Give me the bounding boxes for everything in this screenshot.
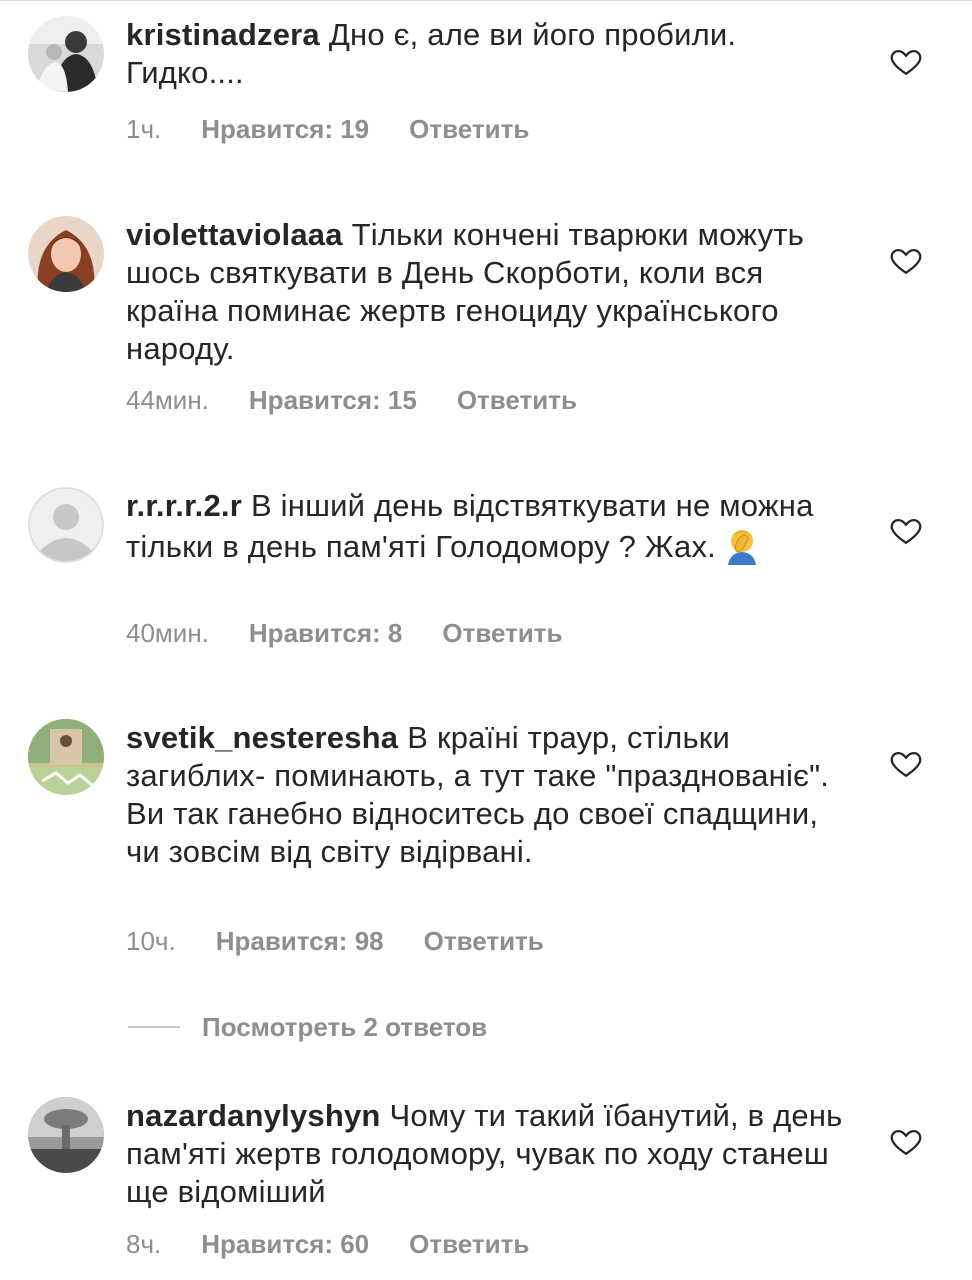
comment-time: 1ч. bbox=[126, 114, 162, 144]
comment-body: nazardanylyshyn Чому ти такий їбанутий, в… bbox=[126, 1097, 846, 1211]
comment-username[interactable]: violettaviolaaa bbox=[126, 217, 343, 252]
comment-meta: 40мин. Нравится: 8 Ответить bbox=[126, 618, 603, 652]
comment-body: kristinadzera Дно є, але ви його пробили.… bbox=[126, 16, 846, 92]
default-avatar-icon[interactable] bbox=[28, 487, 104, 563]
comment-username[interactable]: kristinadzera bbox=[126, 17, 320, 52]
top-divider bbox=[0, 0, 972, 1]
avatar[interactable] bbox=[28, 16, 104, 92]
comment-meta: 1ч. Нравится: 19 Ответить bbox=[126, 114, 569, 148]
heart-outline-icon[interactable] bbox=[889, 746, 923, 780]
avatar[interactable] bbox=[28, 1097, 104, 1173]
comment-username[interactable]: r.r.r.r.2.r bbox=[126, 488, 242, 523]
comment-likes[interactable]: Нравится: 19 bbox=[201, 114, 369, 144]
comment-meta: 10ч. Нравится: 98 Ответить bbox=[126, 926, 584, 960]
facepalm-emoji-icon bbox=[722, 525, 762, 574]
comment-body: violettaviolaaa Тільки кончені тварюки мо… bbox=[126, 216, 846, 368]
comment-body: svetik_nesteresha В країні траур, стільки… bbox=[126, 719, 846, 871]
replies-divider bbox=[128, 1026, 180, 1028]
comment-time: 8ч. bbox=[126, 1229, 162, 1259]
comment-likes[interactable]: Нравится: 15 bbox=[249, 385, 417, 415]
comment-time: 44мин. bbox=[126, 385, 209, 415]
comment-likes[interactable]: Нравится: 98 bbox=[216, 926, 384, 956]
comment-username[interactable]: nazardanylyshyn bbox=[126, 1098, 381, 1133]
comment-meta: 44мин. Нравится: 15 Ответить bbox=[126, 385, 617, 419]
avatar[interactable] bbox=[28, 719, 104, 795]
comment-likes[interactable]: Нравится: 60 bbox=[201, 1229, 369, 1259]
reply-button[interactable]: Ответить bbox=[442, 618, 562, 648]
reply-button[interactable]: Ответить bbox=[409, 1229, 529, 1259]
heart-outline-icon[interactable] bbox=[889, 44, 923, 78]
comment-likes[interactable]: Нравится: 8 bbox=[249, 618, 402, 648]
comment-meta: 8ч. Нравится: 60 Ответить bbox=[126, 1229, 569, 1263]
heart-outline-icon[interactable] bbox=[889, 243, 923, 277]
reply-button[interactable]: Ответить bbox=[424, 926, 544, 956]
avatar[interactable] bbox=[28, 216, 104, 292]
reply-button[interactable]: Ответить bbox=[457, 385, 577, 415]
comment-body: r.r.r.r.2.r В інший день відствяткувати н… bbox=[126, 487, 846, 574]
comment-time: 10ч. bbox=[126, 926, 176, 956]
heart-outline-icon[interactable] bbox=[889, 1124, 923, 1158]
comment-username[interactable]: svetik_nesteresha bbox=[126, 720, 398, 755]
view-replies-button[interactable]: Посмотреть 2 ответов bbox=[128, 1010, 487, 1044]
reply-button[interactable]: Ответить bbox=[409, 114, 529, 144]
comment-time: 40мин. bbox=[126, 618, 209, 648]
heart-outline-icon[interactable] bbox=[889, 513, 923, 547]
view-replies-label: Посмотреть 2 ответов bbox=[202, 1011, 488, 1042]
